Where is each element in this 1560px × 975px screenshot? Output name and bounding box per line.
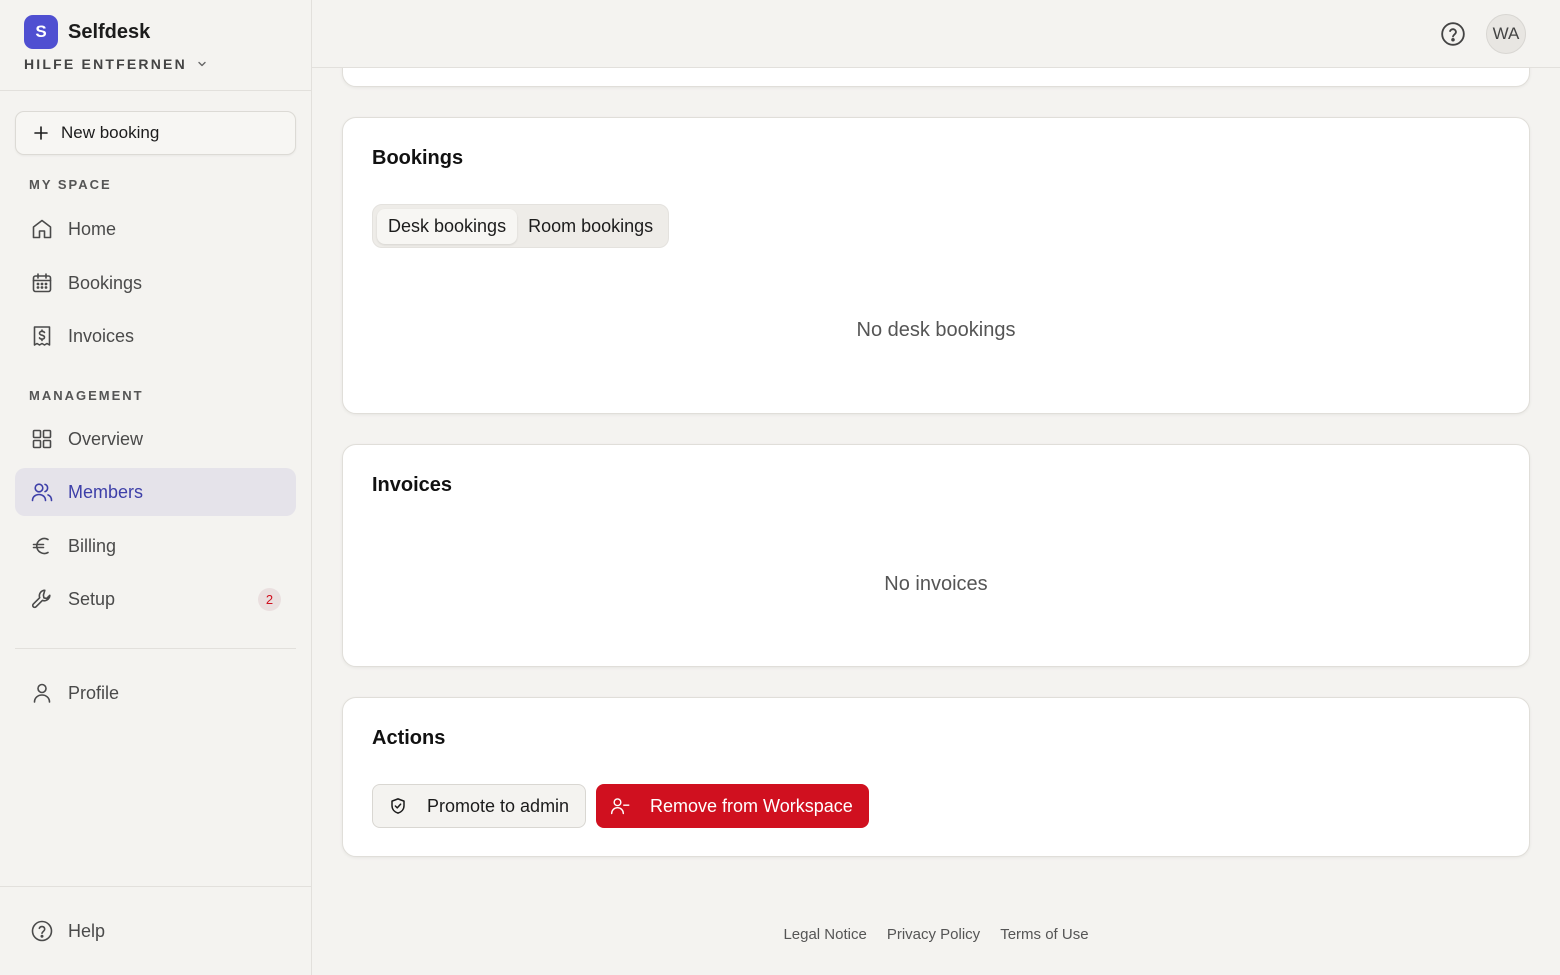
home-icon — [32, 219, 52, 239]
invoices-card: Invoices No invoices — [342, 444, 1530, 667]
sidebar-item-home[interactable]: Home — [15, 205, 296, 253]
sidebar-divider — [0, 90, 311, 91]
sidebar-item-help[interactable]: Help — [15, 907, 296, 955]
invoice-dollar-icon — [33, 326, 51, 346]
promote-label: Promote to admin — [427, 795, 570, 816]
app-root: S Selfdesk HILFE ENTFERNEN New booking M… — [0, 0, 1560, 975]
footer-link-legal-notice[interactable]: Legal Notice — [783, 926, 866, 943]
new-booking-button[interactable]: New booking — [15, 111, 296, 155]
footer-link-terms-of-use[interactable]: Terms of Use — [1000, 926, 1088, 943]
empty-state-text: No invoices — [884, 573, 988, 595]
calendar-icon — [32, 273, 52, 293]
card-title: Actions — [372, 727, 446, 749]
sidebar-item-profile[interactable]: Profile — [15, 669, 296, 717]
promote-to-admin-button[interactable]: Promote to admin — [372, 784, 586, 828]
brand-name: Selfdesk — [68, 20, 151, 43]
sidebar-item-invoices[interactable]: Invoices — [15, 312, 296, 360]
sidebar-item-label: Billing — [68, 535, 117, 556]
sidebar-item-label: Home — [68, 218, 117, 239]
empty-state-text: No desk bookings — [856, 319, 1016, 341]
sidebar-item-label: Setup — [68, 588, 116, 609]
sidebar-item-label: Profile — [68, 682, 120, 703]
sidebar-item-bookings[interactable]: Bookings — [15, 259, 296, 307]
card-title: Bookings — [372, 147, 464, 169]
help-circle-icon — [31, 920, 53, 942]
new-booking-label: New booking — [61, 123, 160, 142]
card-title: Invoices — [372, 474, 453, 496]
chevron-down-icon — [198, 61, 206, 67]
tab-room-bookings[interactable]: Room bookings — [517, 209, 664, 244]
euro-icon — [32, 537, 49, 555]
help-circle-icon[interactable] — [1440, 21, 1466, 47]
sidebar: S Selfdesk HILFE ENTFERNEN New booking M… — [0, 0, 312, 975]
workspace-switcher[interactable]: HILFE ENTFERNEN — [24, 56, 207, 72]
sidebar-item-label: Members — [68, 481, 144, 502]
sidebar-item-billing[interactable]: Billing — [15, 522, 296, 570]
footer: Legal Notice Privacy Policy Terms of Use — [312, 926, 1560, 943]
user-avatar[interactable]: WA — [1486, 14, 1526, 54]
sidebar-item-label: Overview — [68, 428, 144, 449]
tab-desk-bookings[interactable]: Desk bookings — [377, 209, 518, 244]
sidebar-item-setup[interactable]: Setup 2 — [15, 575, 296, 623]
setup-count-badge: 2 — [258, 588, 281, 611]
sidebar-item-label: Help — [68, 920, 106, 941]
bookings-card: Bookings Desk bookings Room bookings No … — [342, 117, 1530, 414]
brand[interactable]: S Selfdesk — [24, 15, 150, 49]
plus-icon — [34, 126, 48, 140]
sidebar-divider — [15, 648, 296, 649]
shield-check-icon — [391, 798, 405, 814]
sidebar-item-label: Bookings — [68, 272, 143, 293]
sidebar-item-label: Invoices — [68, 325, 135, 346]
remove-label: Remove from Workspace — [650, 795, 853, 816]
section-label-management: MANAGEMENT — [29, 388, 144, 403]
footer-link-privacy-policy[interactable]: Privacy Policy — [887, 926, 980, 943]
bookings-tabs: Desk bookings Room bookings — [372, 204, 670, 248]
workspace-name: HILFE ENTFERNEN — [24, 56, 187, 72]
remove-from-workspace-button[interactable]: Remove from Workspace — [596, 784, 869, 828]
sidebar-divider — [0, 886, 311, 887]
grid-icon — [32, 429, 52, 449]
user-icon — [33, 683, 51, 703]
user-minus-icon — [610, 798, 630, 815]
actions-card: Actions Promote to admin Remove from Wor… — [342, 697, 1530, 857]
section-label-my-space: MY SPACE — [29, 177, 112, 192]
topbar: WA — [312, 0, 1560, 68]
sidebar-item-members[interactable]: Members — [15, 468, 296, 516]
users-icon — [31, 483, 53, 502]
brand-logo: S — [24, 15, 58, 49]
wrench-icon — [32, 589, 51, 609]
sidebar-item-overview[interactable]: Overview — [15, 415, 296, 463]
